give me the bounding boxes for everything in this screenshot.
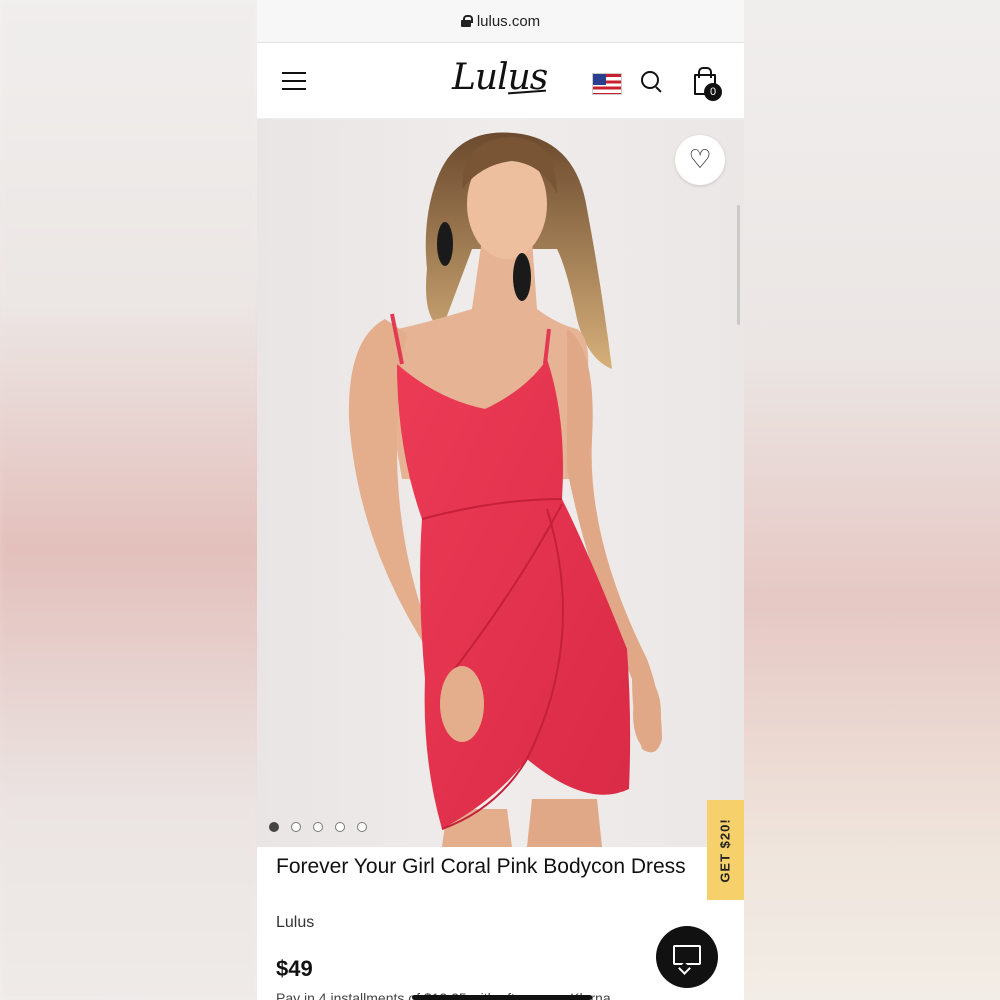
gallery-dot-4[interactable] bbox=[335, 822, 345, 832]
background-blur-left bbox=[0, 0, 257, 1000]
chat-icon bbox=[673, 945, 701, 965]
site-header: Lulus 0 bbox=[257, 43, 744, 119]
phone-screen: lulus.com Lulus 0 ♡ GET $20! Forever You… bbox=[257, 0, 744, 1000]
gallery-dot-3[interactable] bbox=[313, 822, 323, 832]
promo-label: GET $20! bbox=[718, 817, 734, 883]
url-text: lulus.com bbox=[476, 12, 541, 30]
gallery-dot-2[interactable] bbox=[291, 822, 301, 832]
cart-count-badge: 0 bbox=[704, 83, 722, 101]
gallery-dot-5[interactable] bbox=[357, 822, 367, 832]
product-price: $49 bbox=[276, 956, 313, 981]
lock-icon bbox=[460, 15, 473, 27]
product-brand[interactable]: Lulus bbox=[276, 914, 314, 932]
product-title: Forever Your Girl Coral Pink Bodycon Dre… bbox=[276, 855, 686, 878]
background-blur-right bbox=[744, 0, 1000, 1000]
page-scrollbar[interactable] bbox=[737, 205, 740, 325]
heart-icon: ♡ bbox=[688, 145, 712, 175]
promo-tab[interactable]: GET $20! bbox=[707, 800, 744, 900]
browser-url-bar[interactable]: lulus.com bbox=[257, 0, 744, 43]
wishlist-button[interactable]: ♡ bbox=[675, 135, 725, 185]
hamburger-menu-icon[interactable] bbox=[282, 72, 306, 90]
us-flag-icon[interactable] bbox=[592, 73, 622, 95]
search-icon[interactable] bbox=[641, 71, 663, 93]
product-image-gallery[interactable]: ♡ bbox=[257, 119, 744, 847]
product-photo bbox=[348, 132, 662, 847]
home-indicator bbox=[412, 995, 592, 1000]
gallery-dot-1[interactable] bbox=[269, 822, 279, 832]
gallery-pagination bbox=[269, 822, 367, 832]
site-logo[interactable]: Lulus bbox=[452, 57, 548, 98]
chat-button[interactable] bbox=[656, 926, 718, 988]
